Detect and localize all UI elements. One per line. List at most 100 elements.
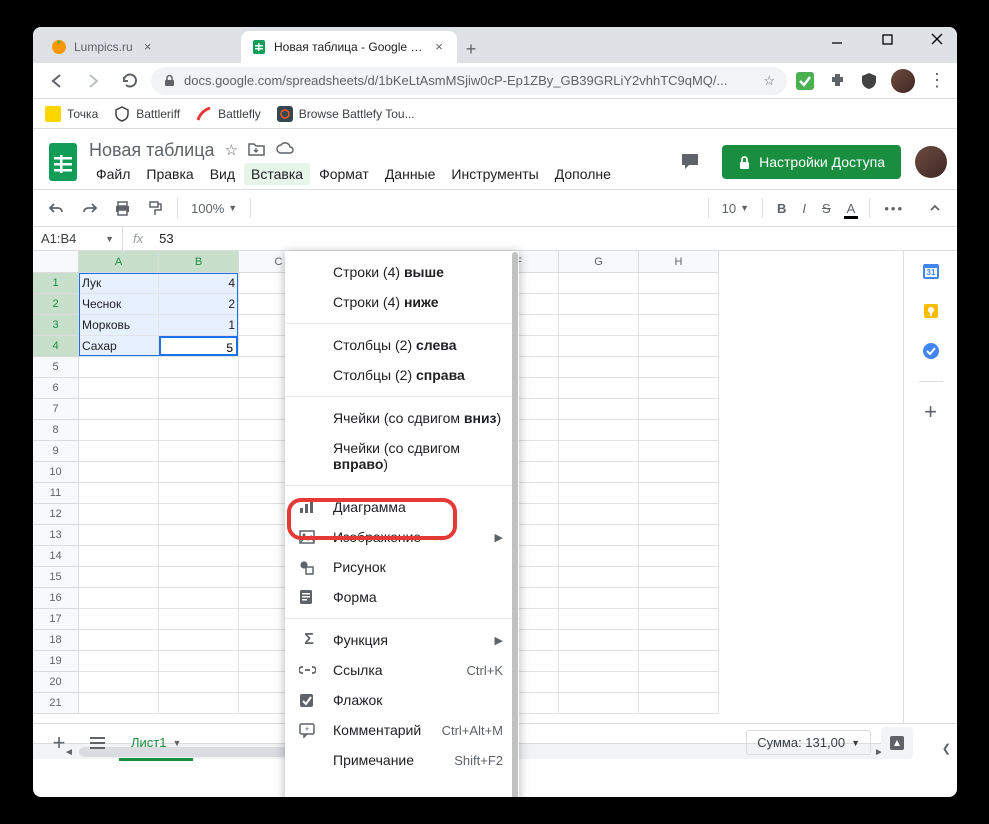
cell-H9[interactable] xyxy=(639,441,719,462)
browser-tab-sheets[interactable]: Новая таблица - Google Таблиц × xyxy=(241,31,457,63)
cell-H16[interactable] xyxy=(639,588,719,609)
cell-A13[interactable] xyxy=(79,525,159,546)
cell-H20[interactable] xyxy=(639,672,719,693)
cell-H1[interactable] xyxy=(639,273,719,294)
bookmark-battlefy[interactable]: Browse Battlefy Tou... xyxy=(277,106,415,122)
cell-A4[interactable]: Сахар xyxy=(79,336,159,357)
forward-button[interactable] xyxy=(79,67,107,95)
row-header-12[interactable]: 12 xyxy=(33,504,79,525)
explore-button[interactable] xyxy=(881,727,913,759)
cell-B17[interactable] xyxy=(159,609,239,630)
insert-диаграмма[interactable]: Диаграмма xyxy=(285,492,519,522)
cell-G4[interactable] xyxy=(559,336,639,357)
extension-shield-icon[interactable] xyxy=(859,71,879,91)
zoom-selector[interactable]: 100%▼ xyxy=(187,201,241,216)
cell-G18[interactable] xyxy=(559,630,639,651)
cell-B16[interactable] xyxy=(159,588,239,609)
insert-рисунок[interactable]: Рисунок xyxy=(285,552,519,582)
cell-H14[interactable] xyxy=(639,546,719,567)
column-header-A[interactable]: A xyxy=(79,251,159,273)
url-input[interactable]: docs.google.com/spreadsheets/d/1bKeLtAsm… xyxy=(151,67,787,95)
calendar-icon[interactable]: 31 xyxy=(921,261,941,281)
redo-button[interactable] xyxy=(76,198,103,218)
cell-G7[interactable] xyxy=(559,399,639,420)
add-addon-icon[interactable]: + xyxy=(921,402,941,422)
row-header-8[interactable]: 8 xyxy=(33,420,79,441)
reload-button[interactable] xyxy=(115,67,143,95)
cell-A10[interactable] xyxy=(79,462,159,483)
bookmark-battleriff[interactable]: Battleriff xyxy=(114,106,180,122)
cell-A5[interactable] xyxy=(79,357,159,378)
column-header-B[interactable]: B xyxy=(159,251,239,273)
cell-G14[interactable] xyxy=(559,546,639,567)
cell-B8[interactable] xyxy=(159,420,239,441)
row-header-15[interactable]: 15 xyxy=(33,567,79,588)
cell-G19[interactable] xyxy=(559,651,639,672)
cloud-icon[interactable] xyxy=(275,141,295,159)
cell-B1[interactable]: 4 xyxy=(159,273,239,294)
sheets-logo-icon[interactable] xyxy=(43,142,83,182)
add-sheet-button[interactable]: + xyxy=(43,727,75,759)
insert-функция[interactable]: ΣФункция▶ xyxy=(285,625,519,655)
cell-H8[interactable] xyxy=(639,420,719,441)
menu-format[interactable]: Формат xyxy=(312,163,376,185)
cell-B9[interactable] xyxy=(159,441,239,462)
keep-icon[interactable] xyxy=(921,301,941,321)
cell-A7[interactable] xyxy=(79,399,159,420)
cell-G1[interactable] xyxy=(559,273,639,294)
cell-B11[interactable] xyxy=(159,483,239,504)
cell-G13[interactable] xyxy=(559,525,639,546)
cell-H4[interactable] xyxy=(639,336,719,357)
row-header-21[interactable]: 21 xyxy=(33,693,79,714)
row-header-11[interactable]: 11 xyxy=(33,483,79,504)
back-button[interactable] xyxy=(43,67,71,95)
menu-dots-icon[interactable]: ⋮ xyxy=(927,71,947,91)
tasks-icon[interactable] xyxy=(921,341,941,361)
cell-H3[interactable] xyxy=(639,315,719,336)
tab-close-icon[interactable]: × xyxy=(140,39,156,55)
cell-G16[interactable] xyxy=(559,588,639,609)
row-header-1[interactable]: 1 xyxy=(33,273,79,294)
cell-A18[interactable] xyxy=(79,630,159,651)
cell-H7[interactable] xyxy=(639,399,719,420)
cell-A15[interactable] xyxy=(79,567,159,588)
name-box[interactable]: A1:B4▼ xyxy=(33,227,123,250)
cell-H2[interactable] xyxy=(639,294,719,315)
cell-B10[interactable] xyxy=(159,462,239,483)
browser-tab-lumpics[interactable]: Lumpics.ru × xyxy=(41,31,241,63)
row-header-2[interactable]: 2 xyxy=(33,294,79,315)
cell-H13[interactable] xyxy=(639,525,719,546)
row-header-20[interactable]: 20 xyxy=(33,672,79,693)
insert-изображение[interactable]: Изображение▶ xyxy=(285,522,519,552)
cell-G8[interactable] xyxy=(559,420,639,441)
row-header-10[interactable]: 10 xyxy=(33,462,79,483)
cell-G15[interactable] xyxy=(559,567,639,588)
more-toolbar-button[interactable]: ••• xyxy=(879,198,909,219)
doc-title[interactable]: Новая таблица xyxy=(89,140,215,161)
quick-sum[interactable]: Сумма: 131,00▼ xyxy=(746,730,871,755)
share-button[interactable]: Настройки Доступа xyxy=(722,145,901,179)
cell-B18[interactable] xyxy=(159,630,239,651)
cell-B19[interactable] xyxy=(159,651,239,672)
insert-insert-item[interactable]: Строки (4) выше xyxy=(285,257,519,287)
italic-button[interactable]: I xyxy=(797,198,811,219)
menu-insert[interactable]: Вставка xyxy=(244,163,310,185)
cell-G17[interactable] xyxy=(559,609,639,630)
insert-примечание[interactable]: ПримечаниеShift+F2 xyxy=(285,745,519,775)
cell-H6[interactable] xyxy=(639,378,719,399)
window-close-icon[interactable] xyxy=(923,27,951,53)
cell-A21[interactable] xyxy=(79,693,159,714)
tab-close-icon[interactable]: × xyxy=(431,39,447,55)
insert-insert-item[interactable]: Столбцы (2) справа xyxy=(285,360,519,390)
insert-insert-item[interactable]: Столбцы (2) слева xyxy=(285,330,519,360)
dropdown-scrollbar[interactable] xyxy=(512,252,518,797)
cell-B14[interactable] xyxy=(159,546,239,567)
collapse-toolbar-button[interactable] xyxy=(923,198,947,218)
row-header-9[interactable]: 9 xyxy=(33,441,79,462)
cell-G9[interactable] xyxy=(559,441,639,462)
new-tab-button[interactable]: + xyxy=(457,35,485,63)
font-size-selector[interactable]: 10▼ xyxy=(718,201,753,216)
cell-A3[interactable]: Морковь xyxy=(79,315,159,336)
menu-file[interactable]: Файл xyxy=(89,163,137,185)
row-header-18[interactable]: 18 xyxy=(33,630,79,651)
